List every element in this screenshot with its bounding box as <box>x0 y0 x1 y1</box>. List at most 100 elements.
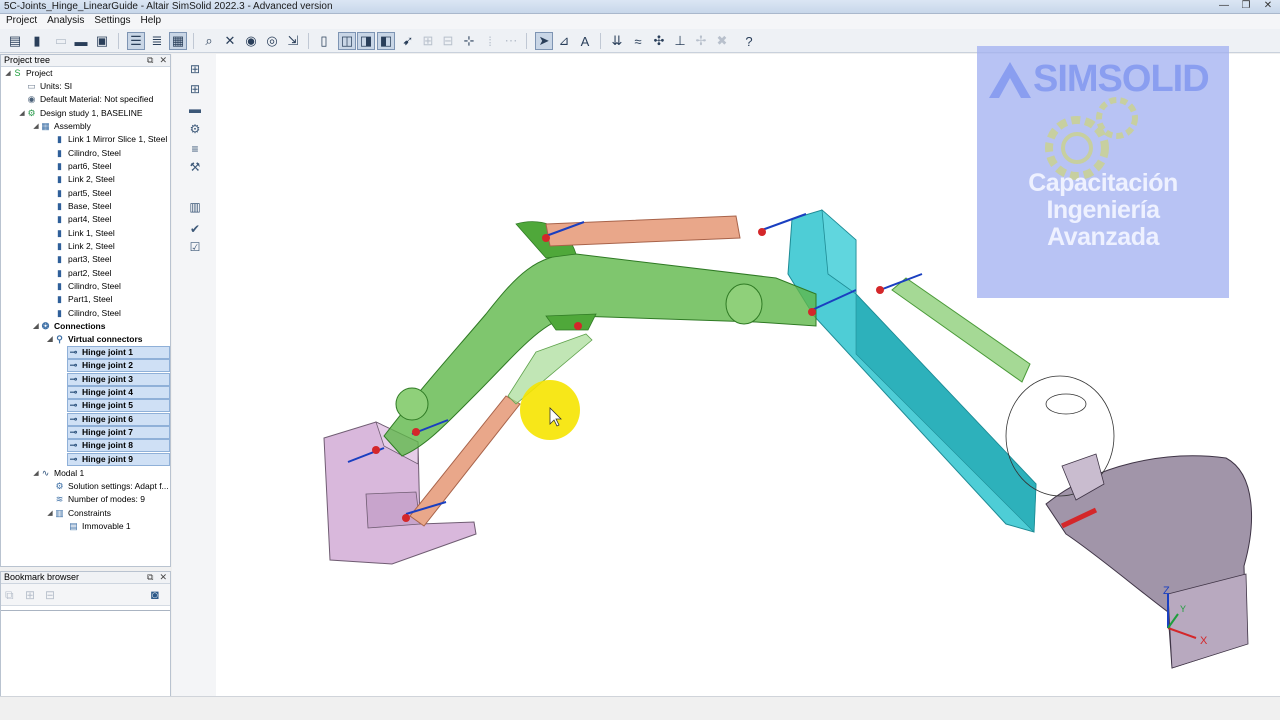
add-bookmark-icon[interactable]: ⊞ <box>25 588 35 602</box>
tree-item-part[interactable]: ▮ Cilindro, Steel <box>46 280 121 293</box>
tree-item-solution-settings[interactable]: ⚙ Solution settings: Adapt f... <box>46 480 168 493</box>
tree-item-part[interactable]: ▮ Link 2, Steel <box>46 173 115 186</box>
export-icon[interactable]: ⇲ <box>284 32 302 50</box>
add-assembly-icon[interactable]: ⊞ <box>186 82 204 98</box>
help-icon[interactable]: ? <box>740 32 758 50</box>
measure-icon[interactable]: ⊿ <box>555 32 573 50</box>
list-view-icon[interactable]: ☰ <box>127 32 145 50</box>
tree-item-part[interactable]: ▮ Link 2, Steel <box>46 240 115 253</box>
copy-bookmark-icon[interactable]: ⧉ <box>5 588 14 603</box>
pointer-icon[interactable]: ➹ <box>399 32 417 50</box>
tree-item-hinge-joint[interactable]: ⊸ Hinge joint 1 <box>67 346 170 359</box>
database-icon[interactable]: ▤ <box>6 32 24 50</box>
bookmark-list <box>1 610 170 704</box>
tool-disabled-icon[interactable]: ⋯ <box>502 32 520 50</box>
menu-bar: Project Analysis Settings Help <box>0 14 1280 29</box>
section-icon[interactable]: ◫ <box>338 32 356 50</box>
camera-icon[interactable]: ◙ <box>151 587 159 602</box>
bucket-part[interactable] <box>1005 375 1252 669</box>
float-icon[interactable]: ⧉ <box>147 55 153 66</box>
tree-item-material[interactable]: ◉ Default Material: Not specified <box>18 93 154 106</box>
virtual-connector-icon[interactable]: ▥ <box>186 200 204 216</box>
section-y-icon[interactable]: ◧ <box>377 32 395 50</box>
hydraulic-cylinder-top[interactable] <box>545 215 741 247</box>
tool-disabled-icon[interactable]: ✖ <box>713 32 731 50</box>
annotate-icon[interactable]: A <box>576 32 594 50</box>
close-icon[interactable]: ✕ <box>159 55 167 66</box>
tree-item-connections[interactable]: ◢ ❂ Connections <box>32 320 105 333</box>
save-icon[interactable]: ▣ <box>93 32 111 50</box>
support-icon[interactable]: ⊥ <box>671 32 689 50</box>
tree-item-part[interactable]: ▮ part3, Steel <box>46 253 111 266</box>
tree-item-hinge-joint[interactable]: ⊸ Hinge joint 8 <box>67 439 170 452</box>
tree-item-assembly[interactable]: ◢ ▦ Assembly <box>32 120 91 133</box>
menu-settings[interactable]: Settings <box>90 14 134 29</box>
eye-icon[interactable]: ◉ <box>242 32 260 50</box>
toolbar-separator <box>600 33 601 49</box>
tree-item-hinge-joint[interactable]: ⊸ Hinge joint 2 <box>67 359 170 372</box>
tree-item-part[interactable]: ▮ Link 1 Mirror Slice 1, Steel <box>46 133 167 146</box>
explode-icon[interactable]: ⊹ <box>460 32 478 50</box>
layers-icon[interactable]: ≣ <box>148 32 166 50</box>
menu-project[interactable]: Project <box>2 14 41 29</box>
triad-x-label: X <box>1200 635 1208 647</box>
close-button[interactable]: ✕ <box>1260 0 1276 12</box>
load-icon[interactable]: ⇊ <box>608 32 626 50</box>
tree-item-virtual-connectors[interactable]: ◢ ⚲ Virtual connectors <box>46 333 142 346</box>
tree-item-hinge-joint[interactable]: ⊸ Hinge joint 6 <box>67 413 170 426</box>
connection-icon[interactable]: ▬ <box>186 102 204 118</box>
boom-part[interactable] <box>383 221 817 457</box>
tree-item-design-study[interactable]: ◢ ⚙ Design study 1, BASELINE <box>18 107 142 120</box>
tree-item-part[interactable]: ▮ Base, Steel <box>46 200 111 213</box>
part-icon[interactable]: ▯ <box>315 32 333 50</box>
tree-item-part[interactable]: ▮ Cilindro, Steel <box>46 147 121 160</box>
distributed-load-icon[interactable]: ≈ <box>629 32 647 50</box>
weld-icon[interactable]: ≡ <box>186 142 204 158</box>
tree-item-part[interactable]: ▮ part5, Steel <box>46 187 111 200</box>
tree-item-project[interactable]: ◢ S Project <box>4 67 52 80</box>
tree-item-hinge-joint[interactable]: ⊸ Hinge joint 7 <box>67 426 170 439</box>
minimize-button[interactable]: — <box>1216 0 1232 12</box>
tree-item-units[interactable]: ▭ Units: SI <box>18 80 72 93</box>
float-icon[interactable]: ⧉ <box>147 572 153 583</box>
tree-item-hinge-joint[interactable]: ⊸ Hinge joint 4 <box>67 386 170 399</box>
spring-icon[interactable]: ⚒ <box>186 160 204 176</box>
show-icon[interactable]: ◎ <box>263 32 281 50</box>
tree-item-part[interactable]: ▮ part2, Steel <box>46 267 111 280</box>
maximize-button[interactable]: ❐ <box>1238 0 1254 12</box>
tree-item-immovable[interactable]: ▤ Immovable 1 <box>60 520 130 533</box>
tree-item-part[interactable]: ▮ Link 1, Steel <box>46 227 115 240</box>
window-icon[interactable]: ▦ <box>169 32 187 50</box>
tree-item-part[interactable]: ▮ part4, Steel <box>46 213 111 226</box>
tree-item-hinge-joint[interactable]: ⊸ Hinge joint 5 <box>67 399 170 412</box>
zoom-fit-icon[interactable]: ⌕ <box>200 32 218 50</box>
constraint-icon[interactable]: ✣ <box>650 32 668 50</box>
close-icon[interactable]: ✕ <box>159 572 167 583</box>
new-file-icon[interactable]: ▮ <box>28 32 46 50</box>
tool-disabled-icon[interactable]: ✢ <box>692 32 710 50</box>
tree-item-constraints[interactable]: ◢ ▥ Constraints <box>46 507 111 520</box>
select-icon[interactable]: ➤ <box>535 32 553 50</box>
grid-disabled-icon[interactable]: ⁞ <box>481 32 499 50</box>
open-folder-disabled-icon[interactable]: ▭ <box>52 32 70 50</box>
check-icon[interactable]: ✔ <box>186 222 204 238</box>
menu-analysis[interactable]: Analysis <box>43 14 88 29</box>
remove-bookmark-icon[interactable]: ⊟ <box>45 588 55 602</box>
window-title: 5C-Joints_Hinge_LinearGuide - Altair Sim… <box>4 1 333 12</box>
add-part-icon[interactable]: ⊞ <box>186 62 204 78</box>
tool-disabled-icon[interactable]: ⊞ <box>419 32 437 50</box>
tree-item-modes[interactable]: ≋ Number of modes: 9 <box>46 493 145 506</box>
tree-item-part[interactable]: ▮ Cilindro, Steel <box>46 307 121 320</box>
bolt-icon[interactable]: ⚙ <box>186 122 204 138</box>
split-icon[interactable]: ✕ <box>221 32 239 50</box>
tree-item-part[interactable]: ▮ Part1, Steel <box>46 293 112 306</box>
review-icon[interactable]: ☑ <box>186 240 204 256</box>
tree-item-hinge-joint[interactable]: ⊸ Hinge joint 3 <box>67 373 170 386</box>
open-folder-icon[interactable]: ▬ <box>72 32 90 50</box>
tree-item-modal[interactable]: ◢ ∿ Modal 1 <box>32 467 84 480</box>
tree-item-hinge-joint[interactable]: ⊸ Hinge joint 9 <box>67 453 170 466</box>
menu-help[interactable]: Help <box>137 14 166 29</box>
tool-disabled-icon[interactable]: ⊟ <box>439 32 457 50</box>
tree-item-part[interactable]: ▮ part6, Steel <box>46 160 111 173</box>
section-z-icon[interactable]: ◨ <box>357 32 375 50</box>
